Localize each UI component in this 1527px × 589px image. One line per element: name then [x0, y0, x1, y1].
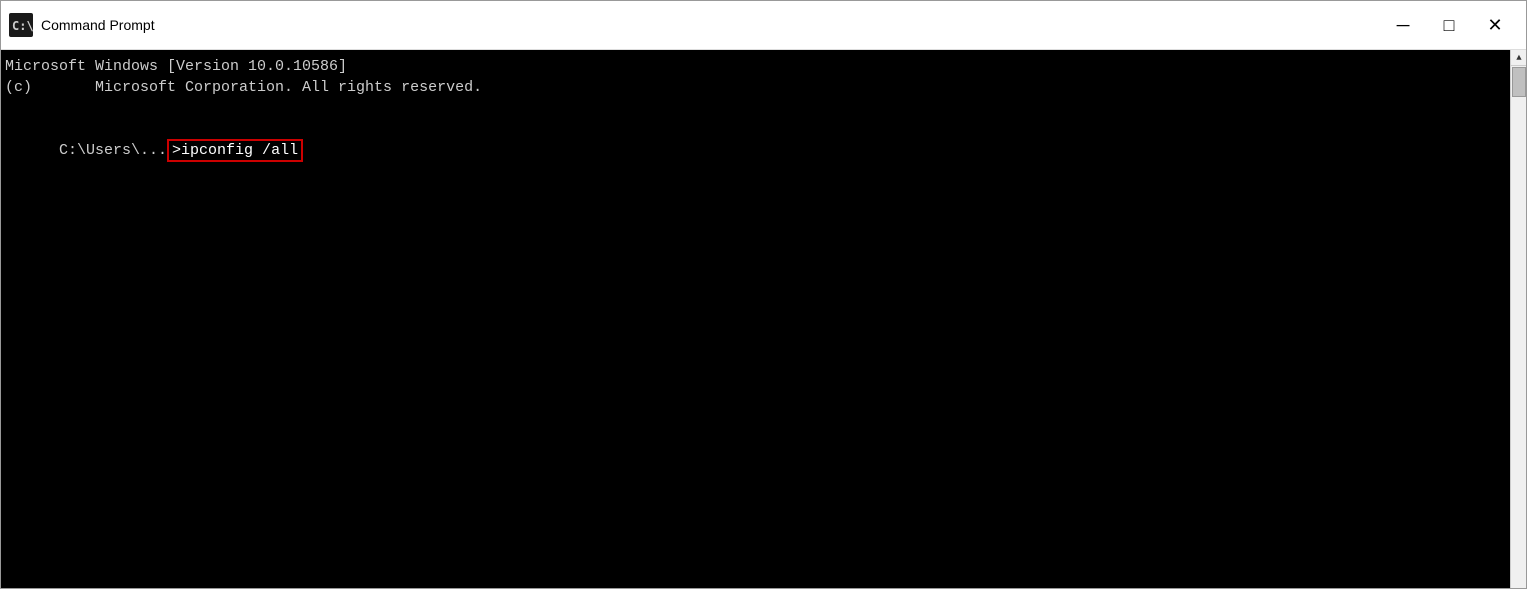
close-button[interactable]: ✕ [1472, 1, 1518, 50]
scrollbar[interactable]: ▲ [1510, 50, 1526, 588]
terminal-prompt-prefix: C:\Users\... [59, 142, 167, 159]
cmd-icon: C:\ [9, 13, 33, 37]
window-title: Command Prompt [41, 17, 1380, 33]
command-prompt-window: C:\ Command Prompt ─ □ ✕ Microsoft Windo… [0, 0, 1527, 589]
scrollbar-up-arrow[interactable]: ▲ [1511, 50, 1526, 66]
scrollbar-thumb[interactable] [1512, 67, 1526, 97]
title-bar: C:\ Command Prompt ─ □ ✕ [1, 1, 1526, 50]
terminal-line-2: (c) Microsoft Corporation. All rights re… [5, 77, 1522, 98]
window-controls: ─ □ ✕ [1380, 1, 1518, 50]
terminal-line-4: C:\Users\...>ipconfig /all [5, 119, 1522, 182]
terminal-command-highlight: >ipconfig /all [167, 139, 303, 162]
terminal-body[interactable]: Microsoft Windows [Version 10.0.10586] (… [1, 50, 1526, 588]
svg-text:C:\: C:\ [12, 19, 33, 33]
minimize-button[interactable]: ─ [1380, 1, 1426, 50]
maximize-button[interactable]: □ [1426, 1, 1472, 50]
terminal-line-1: Microsoft Windows [Version 10.0.10586] [5, 56, 1522, 77]
terminal-line-blank [5, 98, 1522, 119]
